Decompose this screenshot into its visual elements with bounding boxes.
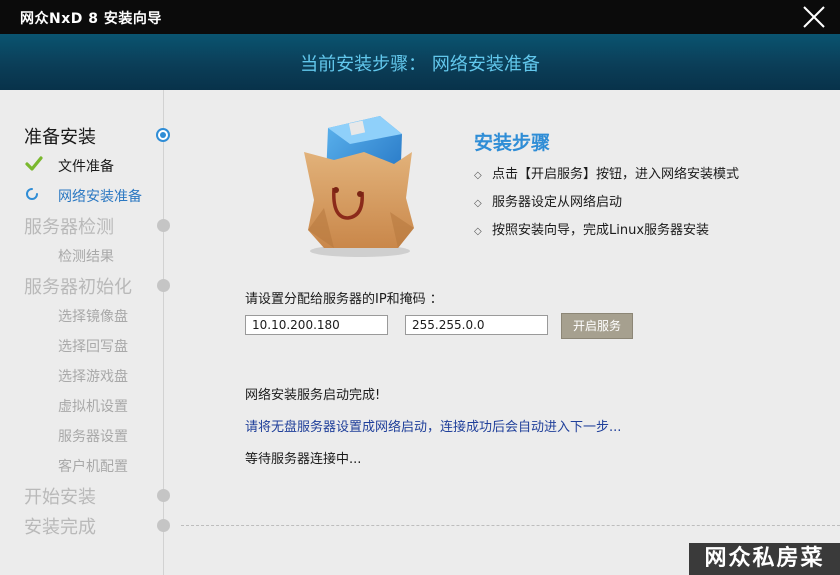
divider <box>181 525 840 526</box>
install-steps-title: 安装步骤 <box>474 132 551 154</box>
sidebar-item-network-install-prepare: 网络安装准备 <box>58 189 142 205</box>
step-text: 按照安装向导，完成Linux服务器安装 <box>492 223 710 238</box>
diamond-bullet-icon: ◇ <box>474 226 482 237</box>
sidebar-item-prepare-install: 准备安装 <box>24 127 96 148</box>
current-step-title: 当前安装步骤： 网络安装准备 <box>300 54 540 75</box>
watermark: 网众私房菜 <box>689 543 840 575</box>
step-header: 当前安装步骤： 网络安装准备 <box>0 34 840 90</box>
sidebar-item-install-complete: 安装完成 <box>24 517 96 538</box>
ip-address-input[interactable] <box>245 315 388 335</box>
sidebar-item-start-install: 开始安装 <box>24 487 96 508</box>
sidebar: 准备安装 文件准备 网络安装准备 服务器检测 检测结果 服务器初始化 选择镜像盘… <box>0 90 170 575</box>
list-item: ◇ 点击【开启服务】按钮，进入网络安装模式 <box>474 166 739 194</box>
sidebar-item-server-init: 服务器初始化 <box>24 277 132 298</box>
shopping-bag-package-icon <box>304 116 414 257</box>
sidebar-item-vm-settings: 虚拟机设置 <box>58 399 128 415</box>
check-icon <box>25 156 43 171</box>
sidebar-item-select-game-disk: 选择游戏盘 <box>58 369 128 385</box>
diamond-bullet-icon: ◇ <box>474 198 482 209</box>
main-content: 安装步骤 ◇ 点击【开启服务】按钮，进入网络安装模式 ◇ 服务器设定从网络启动 ◇ 按… <box>164 90 840 575</box>
network-boot-instruction: 请将无盘服务器设置成网络启动，连接成功后会自动进入下一步... <box>245 420 622 435</box>
close-icon[interactable] <box>800 3 828 31</box>
title-bar: 网众NxD 8 安装向导 <box>0 0 840 34</box>
waiting-connection-message: 等待服务器连接中... <box>245 452 362 467</box>
sidebar-item-client-config: 客户机配置 <box>58 459 128 475</box>
start-service-button[interactable]: 开启服务 <box>561 313 633 339</box>
sidebar-item-select-writeback-disk: 选择回写盘 <box>58 339 128 355</box>
ip-mask-label: 请设置分配给服务器的IP和掩码 ： <box>245 292 443 307</box>
list-item: ◇ 按照安装向导，完成Linux服务器安装 <box>474 222 739 250</box>
spinner-icon <box>26 188 38 200</box>
sidebar-item-server-detect: 服务器检测 <box>24 217 114 238</box>
sidebar-item-detect-result: 检测结果 <box>58 249 114 265</box>
step-text: 服务器设定从网络启动 <box>492 195 623 210</box>
sidebar-item-file-prepare: 文件准备 <box>58 159 114 175</box>
install-steps-list: ◇ 点击【开启服务】按钮，进入网络安装模式 ◇ 服务器设定从网络启动 ◇ 按照安装向导… <box>474 166 739 250</box>
sidebar-item-select-image-disk: 选择镜像盘 <box>58 309 128 325</box>
sidebar-item-server-settings: 服务器设置 <box>58 429 128 445</box>
window-title: 网众NxD 8 安装向导 <box>20 11 162 27</box>
diamond-bullet-icon: ◇ <box>474 170 482 181</box>
step-text: 点击【开启服务】按钮，进入网络安装模式 <box>492 167 740 182</box>
service-started-message: 网络安装服务启动完成! <box>245 388 381 403</box>
subnet-mask-input[interactable] <box>405 315 548 335</box>
list-item: ◇ 服务器设定从网络启动 <box>474 194 739 222</box>
